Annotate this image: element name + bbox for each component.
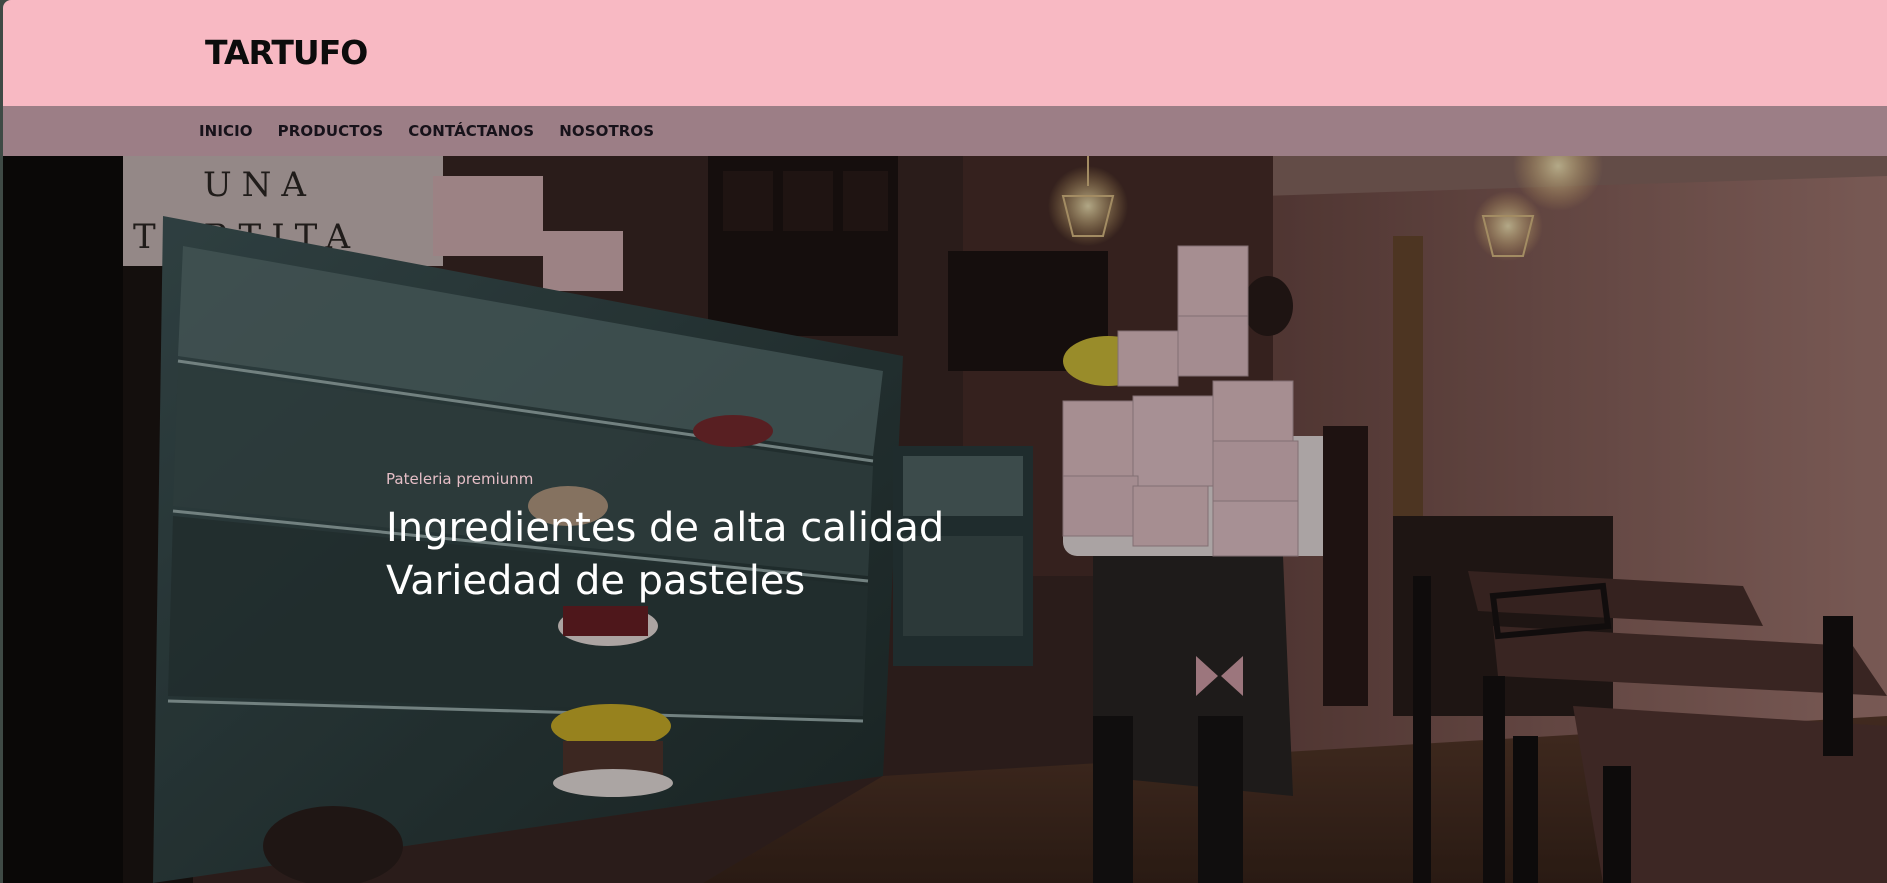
hero-kicker: Pateleria premiunm	[386, 470, 534, 488]
nav-item-inicio[interactable]: INICIO	[199, 122, 253, 140]
hero-headline-line-1: Ingredientes de alta calidad	[386, 505, 945, 551]
top-header: TARTUFO	[3, 0, 1887, 106]
page: TARTUFO INICIO PRODUCTOS CONTÁCTANOS NOS…	[3, 0, 1887, 883]
nav-item-nosotros[interactable]: NOSOTROS	[559, 122, 654, 140]
nav-item-productos[interactable]: PRODUCTOS	[278, 122, 384, 140]
hero-headline-line-2: Variedad de pasteles	[386, 558, 806, 604]
hero-overlay	[3, 156, 1887, 883]
hero-headline: Ingredientes de alta calidad Variedad de…	[386, 502, 944, 608]
brand-logo[interactable]: TARTUFO	[205, 33, 368, 72]
nav-item-contactanos[interactable]: CONTÁCTANOS	[408, 122, 534, 140]
main-nav: INICIO PRODUCTOS CONTÁCTANOS NOSOTROS	[3, 106, 1887, 156]
hero-section: UNA TORTITA	[3, 156, 1887, 883]
nav-list: INICIO PRODUCTOS CONTÁCTANOS NOSOTROS	[199, 122, 679, 140]
hero-text-block: Pateleria premiunm Ingredientes de alta …	[386, 470, 944, 608]
